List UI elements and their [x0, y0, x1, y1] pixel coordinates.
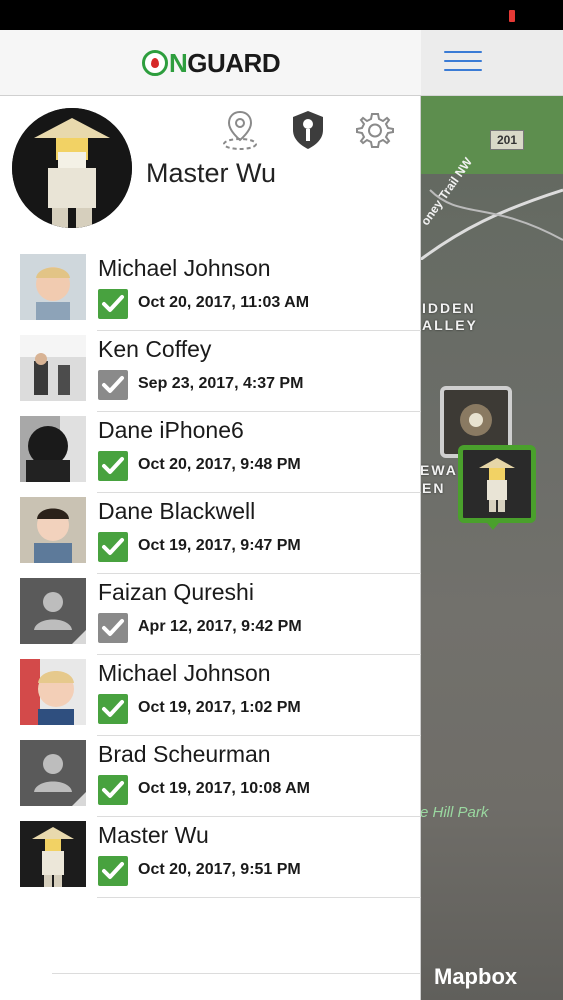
- checkin-check-icon[interactable]: [98, 289, 128, 319]
- checkin-check-icon[interactable]: [98, 532, 128, 562]
- contact-row[interactable]: Dane iPhone6 Oct 20, 2017, 9:48 PM: [0, 412, 421, 493]
- default-avatar-icon: [20, 578, 86, 644]
- status-bar: [0, 0, 563, 30]
- map-header: [420, 30, 563, 96]
- checkin-timestamp: Oct 19, 2017, 10:08 AM: [138, 780, 310, 797]
- park-label: e Hill Park: [420, 804, 489, 821]
- area-label: ALLEY: [422, 317, 478, 333]
- route-shield: 201: [490, 130, 525, 150]
- contact-row[interactable]: Master Wu Oct 20, 2017, 9:51 PM: [0, 817, 421, 898]
- checkin-timestamp: Oct 20, 2017, 11:03 AM: [138, 294, 310, 311]
- checkin-timestamp: Oct 19, 2017, 1:02 PM: [138, 699, 301, 716]
- checkin-timestamp: Oct 19, 2017, 9:47 PM: [138, 537, 301, 554]
- contact-row[interactable]: Faizan Qureshi Apr 12, 2017, 9:42 PM: [0, 574, 421, 655]
- contact-list: Michael Johnson Oct 20, 2017, 11:03 AM Ken…: [0, 250, 421, 898]
- area-label: EWA: [420, 462, 458, 478]
- default-avatar-icon: [20, 740, 86, 806]
- checkin-check-icon[interactable]: [98, 370, 128, 400]
- contact-photo: [20, 416, 86, 482]
- contact-row[interactable]: Michael Johnson Oct 19, 2017, 1:02 PM: [0, 655, 421, 736]
- gear-icon[interactable]: [353, 108, 397, 152]
- checkin-check-icon[interactable]: [98, 451, 128, 481]
- checkin-timestamp: Apr 12, 2017, 9:42 PM: [138, 618, 302, 635]
- contact-name: Ken Coffey: [98, 336, 212, 362]
- contact-row[interactable]: Dane Blackwell Oct 19, 2017, 9:47 PM: [0, 493, 421, 574]
- contact-row[interactable]: Ken Coffey Sep 23, 2017, 4:37 PM: [0, 331, 421, 412]
- contact-name: Michael Johnson: [98, 660, 271, 686]
- battery-icon: [509, 10, 515, 22]
- checkin-timestamp: Sep 23, 2017, 4:37 PM: [138, 375, 304, 392]
- contact-name: Master Wu: [98, 822, 209, 848]
- contact-name: Brad Scheurman: [98, 741, 271, 767]
- area-label: IDDEN: [422, 300, 476, 316]
- onguard-logo: NGUARD: [142, 48, 281, 78]
- map-pin-pointer: [483, 518, 503, 530]
- location-history-icon[interactable]: [218, 108, 262, 152]
- map-view[interactable]: 201 oney Trail NW IDDEN ALLEY EWA EN e H…: [420, 30, 563, 1000]
- profile-name: Master Wu: [146, 158, 277, 188]
- contact-photo: [20, 254, 86, 320]
- contact-name: Dane Blackwell: [98, 498, 256, 524]
- divider: [52, 973, 420, 974]
- shield-logo-icon: [142, 50, 168, 76]
- area-label: EN: [422, 480, 446, 496]
- contact-name: Michael Johnson: [98, 255, 271, 281]
- checkin-check-icon[interactable]: [98, 775, 128, 805]
- contact-name: Dane iPhone6: [98, 417, 244, 443]
- map-pin-current[interactable]: [458, 445, 536, 523]
- checkin-timestamp: Oct 20, 2017, 9:51 PM: [138, 861, 301, 878]
- contact-photo: [20, 335, 86, 401]
- contact-row[interactable]: Brad Scheurman Oct 19, 2017, 10:08 AM: [0, 736, 421, 817]
- side-panel: NGUARD Master Wu Michael Johnson Oct 20,…: [0, 30, 421, 1000]
- contact-photo: [20, 821, 86, 887]
- contact-photo: [20, 659, 86, 725]
- checkin-check-icon[interactable]: [98, 694, 128, 724]
- mapbox-attribution[interactable]: Mapbox: [434, 964, 517, 990]
- contact-name: Faizan Qureshi: [98, 579, 254, 605]
- guardian-shield-icon[interactable]: [286, 108, 330, 152]
- checkin-check-icon[interactable]: [98, 856, 128, 886]
- panel-header: NGUARD: [0, 30, 421, 96]
- menu-icon[interactable]: [444, 48, 484, 74]
- checkin-timestamp: Oct 20, 2017, 9:48 PM: [138, 456, 301, 473]
- checkin-check-icon[interactable]: [98, 613, 128, 643]
- contact-photo: [20, 497, 86, 563]
- profile-avatar[interactable]: [12, 108, 132, 228]
- contact-row[interactable]: Michael Johnson Oct 20, 2017, 11:03 AM: [0, 250, 421, 331]
